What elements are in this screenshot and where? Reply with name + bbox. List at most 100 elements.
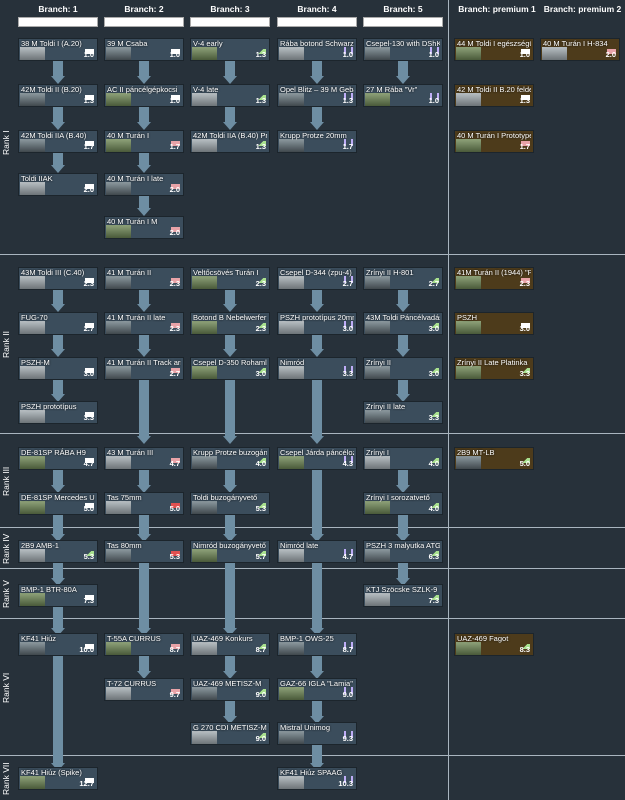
branch-filter-input[interactable] [277, 17, 357, 27]
research-arrow [225, 470, 235, 486]
vehicle-card[interactable]: 2B9 MT-LB 5.0 [454, 447, 534, 470]
vehicle-card[interactable]: UAZ-469 Fagot 8.3 [454, 633, 534, 656]
vehicle-card[interactable]: 43M Toldi Páncélvadász 3.0 [363, 312, 443, 335]
vehicle-name: DE-81SP Mercedes Unimog [21, 493, 95, 502]
branch-filter-input[interactable] [104, 17, 184, 27]
vehicle-card[interactable]: Krupp Protze 20mm 1.7 [277, 130, 357, 153]
research-arrow [312, 701, 322, 717]
vehicle-card[interactable]: 44 M Toldi I egészségügyi 1.0 [454, 38, 534, 61]
vehicle-card[interactable]: PSZH prototípus 3.3 [18, 401, 98, 424]
vehicle-card[interactable]: Csepel-130 with DShK 1.0 [363, 38, 443, 61]
vehicle-card[interactable]: KTJ Szöcske SZLK-9 7.3 [363, 584, 443, 607]
vehicle-card[interactable]: PSZH 3.0 [454, 312, 534, 335]
vehicle-card[interactable]: UAZ-469 Konkurs 8.7 [190, 633, 270, 656]
vehicle-thumbnail [106, 139, 131, 152]
vehicle-card[interactable]: Toldi buzogányvető 5.3 [190, 492, 270, 515]
vehicle-card[interactable]: Nimród buzogányvető 5.7 [190, 540, 270, 563]
vehicle-card[interactable]: BMP-1 OWS-25 8.7 [277, 633, 357, 656]
vehicle-card[interactable]: 40 M Turán I Prototype 1.7 [454, 130, 534, 153]
battle-rating: 3.0 [428, 369, 439, 378]
vehicle-card[interactable]: AC II páncélgépkocsi 1.0 [104, 84, 184, 107]
branch-filter-input[interactable] [18, 17, 98, 27]
vehicle-card[interactable]: 42M Toldi IIA (B.40) Prototype 1.3 [190, 130, 270, 153]
vehicle-card[interactable]: Csepel D-344 (zpu-4) 14.5mm SPAA 2.7 [277, 267, 357, 290]
vehicle-card[interactable]: PSZH-M 3.0 [18, 357, 98, 380]
vehicle-card[interactable]: KF41 Hiúz SPAAG 10.3 [277, 767, 357, 790]
vehicle-thumbnail [456, 276, 481, 289]
vehicle-card[interactable]: Csepel D-350 Rohamlöveg 3.0 [190, 357, 270, 380]
vehicle-name: 40 M Turán I M [107, 217, 158, 226]
research-arrow [312, 745, 322, 764]
battle-rating: 1.3 [255, 142, 266, 151]
vehicle-card[interactable]: V-4 late 1.3 [190, 84, 270, 107]
vehicle-card[interactable]: UAZ-469 METISZ-M 9.0 [190, 678, 270, 701]
vehicle-card[interactable]: Mistral Unimog 9.3 [277, 722, 357, 745]
vehicle-card[interactable]: Opel Blitz – 39 M Gebauer 1.3 [277, 84, 357, 107]
vehicle-card[interactable]: KF41 Hiúz 10.0 [18, 633, 98, 656]
vehicle-card[interactable]: Nimród 3.3 [277, 357, 357, 380]
vehicle-card[interactable]: PSZH prototípus 20mm 3.0 [277, 312, 357, 335]
research-arrow [53, 335, 63, 350]
vehicle-thumbnail [365, 47, 390, 60]
vehicle-card[interactable]: 41 M Turán II 2.3 [104, 267, 184, 290]
research-arrow [139, 656, 149, 672]
vehicle-card[interactable]: 2B9 AMB-1 5.3 [18, 540, 98, 563]
vehicle-card[interactable]: PSZH 3 malyutka ATGM 6.3 [363, 540, 443, 563]
vehicle-card[interactable]: T-72 CURRUS 9.7 [104, 678, 184, 701]
vehicle-card[interactable]: Zrínyi II 3.0 [363, 357, 443, 380]
vehicle-card[interactable]: Nimród late 4.7 [277, 540, 357, 563]
vehicle-card[interactable]: Zrínyi II Late Platinka 3.3 [454, 357, 534, 380]
vehicle-card[interactable]: 41 M Turán II late 2.3 [104, 312, 184, 335]
vehicle-thumbnail [365, 549, 390, 562]
vehicle-card[interactable]: DE-81SP RÁBA H9 4.7 [18, 447, 98, 470]
vehicle-card[interactable]: 40 M Turán I late 2.0 [104, 173, 184, 196]
battle-rating: 4.0 [428, 504, 439, 513]
vehicle-name: Veltőcsövés Turán I [193, 268, 259, 277]
vehicle-card[interactable]: Zrínyi II late 3.3 [363, 401, 443, 424]
vehicle-card[interactable]: V-4 early 1.3 [190, 38, 270, 61]
vehicle-thumbnail [192, 321, 217, 334]
vehicle-card[interactable]: 38 M Toldi I (A.20) 1.0 [18, 38, 98, 61]
vehicle-card[interactable]: GAZ-66 IGLA "Lamia" 9.0 [277, 678, 357, 701]
premium-divider [448, 0, 449, 800]
vehicle-card[interactable]: 42M Toldi IIA (B.40) 1.7 [18, 130, 98, 153]
vehicle-card[interactable]: KF41 Hiúz (Spike) 12.7 [18, 767, 98, 790]
vehicle-card[interactable]: 43M Toldi III (C.40) 2.3 [18, 267, 98, 290]
vehicle-card[interactable]: Zrínyi I 4.0 [363, 447, 443, 470]
vehicle-card[interactable]: Csepel Járda páncélozott ZU-23 4.3 [277, 447, 357, 470]
vehicle-card[interactable]: 41M Turán II (1944) "Pipe" 2.3 [454, 267, 534, 290]
research-arrow [139, 290, 149, 305]
vehicle-card[interactable]: 40 M Turán I 1.7 [104, 130, 184, 153]
vehicle-card[interactable]: 39 M Csaba 1.0 [104, 38, 184, 61]
vehicle-card[interactable]: 41 M Turán II Track armor 2.7 [104, 357, 184, 380]
vehicle-card[interactable]: G 270 CDI METISZ-M 9.0 [190, 722, 270, 745]
vehicle-card[interactable]: Tas 80mm 5.3 [104, 540, 184, 563]
battle-rating: 2.3 [255, 279, 266, 288]
vehicle-card[interactable]: 40 M Turán I M 2.0 [104, 216, 184, 239]
vehicle-card[interactable]: 42 M Toldi II B.20 felderítőpuskával 1.3 [454, 84, 534, 107]
vehicle-card[interactable]: 42M Toldi II (B.20) 1.3 [18, 84, 98, 107]
vehicle-card[interactable]: Toldi IIAK 2.0 [18, 173, 98, 196]
vehicle-card[interactable]: Zrínyi I sorozatvető 4.0 [363, 492, 443, 515]
vehicle-card[interactable]: Veltőcsövés Turán I 2.3 [190, 267, 270, 290]
branch-header: Branch: 3 [210, 4, 250, 14]
vehicle-card[interactable]: FUG-70 2.7 [18, 312, 98, 335]
research-arrow [53, 470, 63, 486]
vehicle-card[interactable]: 43 M Turán III 4.7 [104, 447, 184, 470]
branch-filter-input[interactable] [190, 17, 270, 27]
vehicle-card[interactable]: BMP-1 BTR-80A 7.3 [18, 584, 98, 607]
vehicle-card[interactable]: Rába botond Schwarzlose 1.0 [277, 38, 357, 61]
rank-label: Rank VII [1, 762, 11, 795]
vehicle-card[interactable]: Krupp Protze buzogányvető 4.0 [190, 447, 270, 470]
vehicle-card[interactable]: Tas 75mm 5.0 [104, 492, 184, 515]
branch-filter-input[interactable] [363, 17, 443, 27]
vehicle-name: 41 M Turán II Track armor [107, 358, 181, 367]
vehicle-card[interactable]: 27 M Rába "Vr" 1.0 [363, 84, 443, 107]
vehicle-card[interactable]: Zrínyi II H-801 2.7 [363, 267, 443, 290]
vehicle-name: Krupp Protze buzogányvető [193, 448, 267, 457]
vehicle-name: Zrínyi II H-801 [366, 268, 414, 277]
vehicle-card[interactable]: Botond B Nebelwerfer 2.3 [190, 312, 270, 335]
vehicle-card[interactable]: DE-81SP Mercedes Unimog 5.0 [18, 492, 98, 515]
vehicle-card[interactable]: 40 M Turán I H-834 2.0 [540, 38, 620, 61]
vehicle-card[interactable]: T-55A CURRUS 8.7 [104, 633, 184, 656]
